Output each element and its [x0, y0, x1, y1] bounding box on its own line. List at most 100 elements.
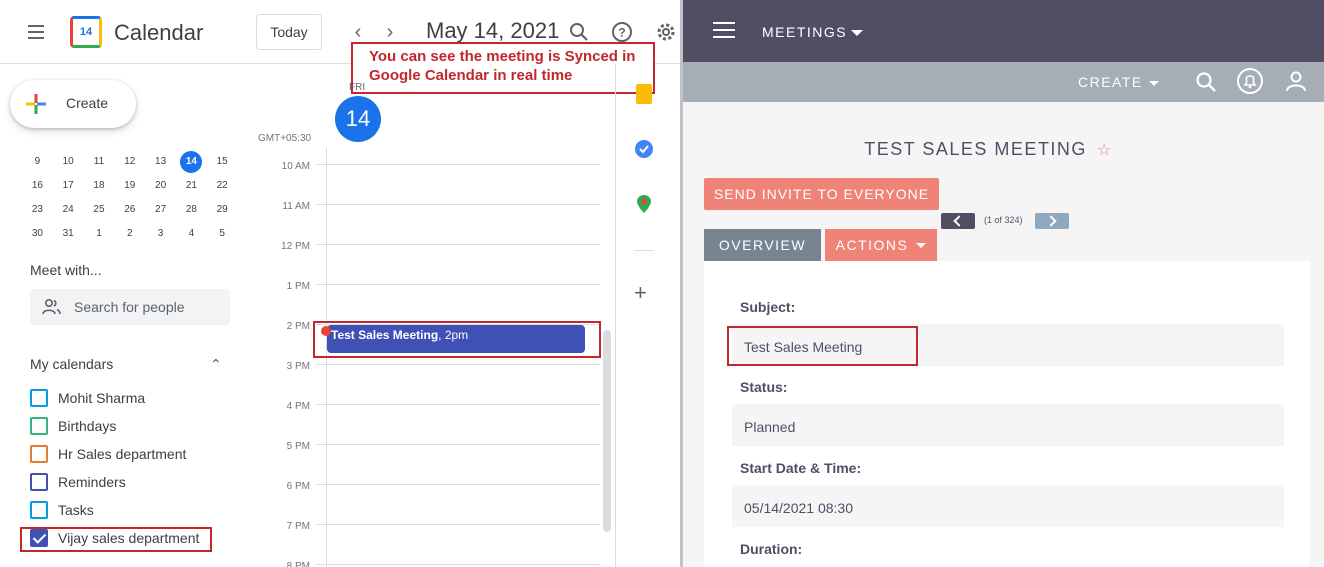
mini-calendar-day[interactable]: 10: [53, 150, 84, 174]
hour-line: [316, 404, 600, 405]
previous-record-icon[interactable]: [941, 213, 975, 229]
hour-label: 7 PM: [286, 521, 310, 532]
next-record-icon[interactable]: [1035, 213, 1069, 229]
hour-line: [316, 204, 600, 205]
chevron-up-icon[interactable]: ⌃: [210, 356, 222, 373]
start-datetime-value[interactable]: 05/14/2021 08:30: [732, 485, 1284, 527]
hour-line: [316, 284, 600, 285]
mini-calendar-day[interactable]: 23: [22, 198, 53, 222]
search-people-field[interactable]: Search for people: [30, 289, 230, 325]
send-invite-button[interactable]: SEND INVITE TO EVERYONE: [704, 178, 939, 210]
tab-actions[interactable]: ACTIONS: [825, 229, 937, 261]
mini-calendar-day[interactable]: 2: [114, 222, 145, 246]
mini-calendar-day[interactable]: 15: [207, 150, 238, 174]
calendar-checkbox[interactable]: [30, 389, 48, 407]
mini-calendar-day[interactable]: 1: [84, 222, 115, 246]
mini-calendar-today[interactable]: 14: [180, 151, 203, 173]
hamburger-menu-icon[interactable]: [713, 22, 735, 40]
pagination-text: (1 of 324): [984, 215, 1023, 225]
mini-calendar-day[interactable]: 29: [207, 198, 238, 222]
scrollbar[interactable]: [603, 330, 611, 532]
maps-icon[interactable]: [634, 194, 654, 214]
add-addon-icon[interactable]: +: [634, 282, 647, 304]
mini-calendar-week: 16 17 18 19 20 21 22: [22, 174, 238, 198]
hour-line: [316, 564, 600, 565]
day-number[interactable]: 14: [335, 96, 381, 142]
subject-label: Subject:: [740, 299, 796, 315]
hour-label: 4 PM: [286, 401, 310, 412]
mini-calendar-day[interactable]: 24: [53, 198, 84, 222]
mini-calendar-day[interactable]: 17: [53, 174, 84, 198]
mini-calendar-day[interactable]: 20: [145, 174, 176, 198]
mini-calendar-day[interactable]: 9: [22, 150, 53, 174]
create-menu[interactable]: CREATE: [1078, 74, 1159, 90]
hour-label: 1 PM: [286, 281, 310, 292]
mini-calendar-day[interactable]: 11: [84, 150, 115, 174]
module-name: MEETINGS: [762, 24, 848, 40]
mini-calendar-day[interactable]: 3: [145, 222, 176, 246]
timezone-label: GMT+05:30: [258, 133, 312, 144]
main-menu-icon[interactable]: [24, 20, 48, 44]
create-button[interactable]: Create: [10, 80, 136, 128]
calendar-checkbox[interactable]: [30, 417, 48, 435]
mini-calendar-day[interactable]: 14: [176, 150, 207, 174]
calendar-checkbox[interactable]: [30, 473, 48, 491]
today-button[interactable]: Today: [256, 14, 322, 50]
mini-calendar-day[interactable]: 26: [114, 198, 145, 222]
google-calendar-window: 14 Calendar Today ‹ › May 14, 2021 ? You…: [0, 0, 680, 567]
hour-label: 6 PM: [286, 481, 310, 492]
hour-line: [316, 244, 600, 245]
hour-label: 5 PM: [286, 441, 310, 452]
annotation-line-2: Google Calendar in real time: [369, 67, 573, 84]
calendar-name: Birthdays: [58, 418, 117, 434]
mini-calendar-day[interactable]: 25: [84, 198, 115, 222]
calendar-logo-icon[interactable]: 14: [70, 16, 102, 48]
mini-calendar-day[interactable]: 21: [176, 174, 207, 198]
mini-calendar-day[interactable]: 27: [145, 198, 176, 222]
status-value[interactable]: Planned: [732, 404, 1284, 446]
calendar-name: Reminders: [58, 474, 126, 490]
crm-sub-bar: CREATE: [683, 62, 1324, 102]
record-title: TEST SALES MEETING ☆: [683, 139, 1294, 160]
user-profile-icon[interactable]: [1285, 70, 1307, 92]
mini-calendar-day[interactable]: 19: [114, 174, 145, 198]
mini-calendar-day[interactable]: 31: [53, 222, 84, 246]
tab-overview[interactable]: OVERVIEW: [704, 229, 821, 261]
module-menu[interactable]: MEETINGS: [762, 24, 864, 40]
create-menu-label: CREATE: [1078, 74, 1143, 90]
tasks-icon[interactable]: [634, 139, 654, 159]
hour-line: [316, 484, 600, 485]
mini-calendar-week: 9 10 11 12 13 14 15: [22, 150, 238, 174]
calendar-checkbox[interactable]: [30, 445, 48, 463]
hour-label: 10 AM: [281, 161, 310, 172]
search-icon[interactable]: [1195, 71, 1217, 93]
keep-icon[interactable]: [634, 84, 654, 104]
help-icon[interactable]: ?: [610, 20, 634, 44]
mini-calendar-day[interactable]: 4: [176, 222, 207, 246]
mini-calendar-day[interactable]: 5: [207, 222, 238, 246]
people-icon: [42, 298, 61, 315]
search-icon[interactable]: [567, 20, 591, 44]
logo-day: 14: [79, 26, 93, 38]
mini-calendar-day[interactable]: 12: [114, 150, 145, 174]
highlight-box: [727, 326, 918, 366]
hour-label: 11 AM: [282, 201, 310, 212]
mini-calendar-day[interactable]: 18: [84, 174, 115, 198]
calendar-checkbox[interactable]: [30, 501, 48, 519]
hour-label: 12 PM: [281, 241, 310, 252]
my-calendars-heading[interactable]: My calendars: [30, 356, 113, 372]
mini-calendar-day[interactable]: 13: [145, 150, 176, 174]
start-datetime-label: Start Date & Time:: [740, 460, 862, 476]
notifications-bell-icon[interactable]: [1236, 67, 1264, 95]
mini-calendar-day[interactable]: 30: [22, 222, 53, 246]
favorite-star-icon[interactable]: ☆: [1097, 142, 1113, 159]
mini-calendar-day[interactable]: 22: [207, 174, 238, 198]
annotation-line-1: You can see the meeting is Synced in: [369, 48, 636, 65]
detail-panel: Subject: Test Sales Meeting Status: Plan…: [704, 261, 1310, 567]
mini-calendar-day[interactable]: 28: [176, 198, 207, 222]
settings-gear-icon[interactable]: [654, 20, 678, 44]
previous-day-icon[interactable]: ‹: [346, 20, 370, 44]
mini-calendar-day[interactable]: 16: [22, 174, 53, 198]
plus-icon: [26, 94, 46, 114]
next-day-icon[interactable]: ›: [378, 20, 402, 44]
